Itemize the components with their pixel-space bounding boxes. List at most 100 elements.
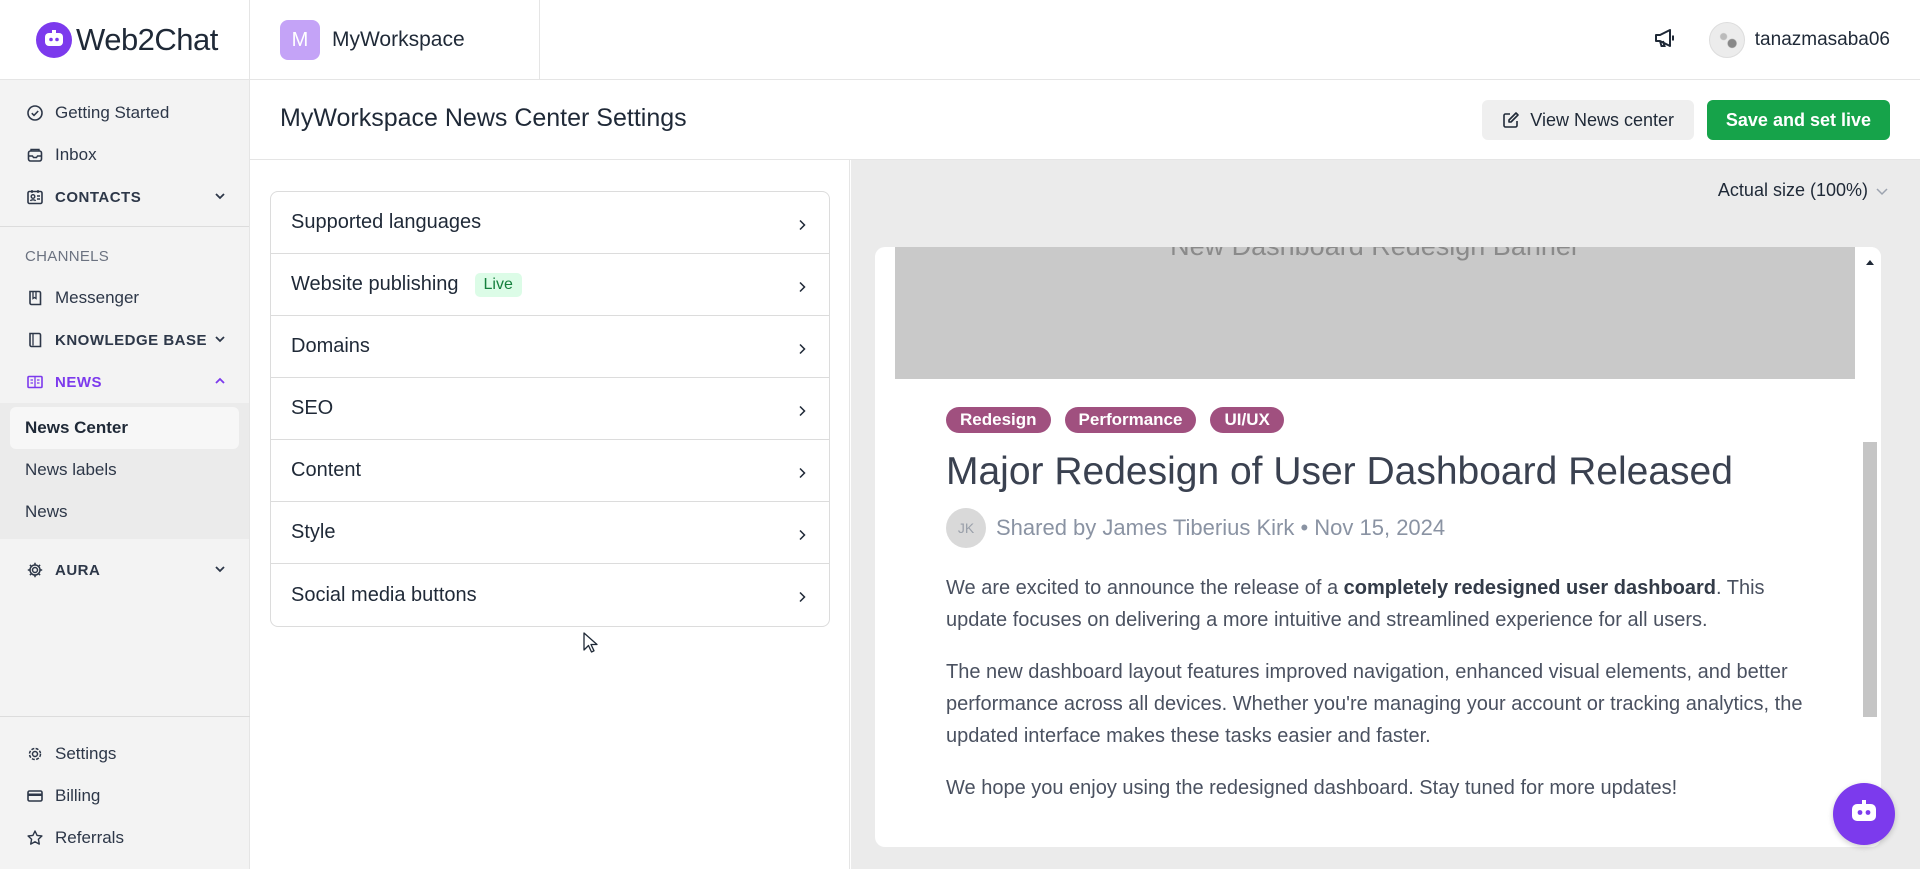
article-preview: New Dashboard Redesign Banner Redesign P… bbox=[875, 247, 1881, 847]
article-title: Major Redesign of User Dashboard Release… bbox=[946, 450, 1733, 493]
chevron-right-icon bbox=[795, 525, 809, 548]
edit-icon bbox=[1502, 111, 1520, 129]
settings-row-seo[interactable]: SEO bbox=[271, 378, 829, 440]
billing-icon bbox=[25, 786, 45, 806]
settings-row-label: Style bbox=[291, 521, 336, 543]
scroll-thumb[interactable] bbox=[1863, 442, 1877, 717]
sidebar-bottom: Settings Billing Referrals bbox=[0, 716, 250, 869]
tag-badge: UI/UX bbox=[1210, 407, 1284, 433]
sidebar-item-news[interactable]: News bbox=[10, 491, 239, 533]
news-icon bbox=[25, 372, 45, 392]
chevron-down-icon bbox=[213, 562, 227, 580]
user-avatar[interactable] bbox=[1708, 22, 1745, 58]
brand[interactable]: Web2Chat bbox=[0, 0, 249, 80]
sidebar-item-billing[interactable]: Billing bbox=[0, 775, 250, 817]
article-paragraph: We are excited to announce the release o… bbox=[946, 577, 1765, 631]
sidebar-item-contacts[interactable]: CONTACTS bbox=[0, 176, 249, 218]
chevron-down-icon bbox=[213, 332, 227, 350]
topbar: M MyWorkspace tanazmasaba06 bbox=[250, 0, 1920, 80]
sidebar-item-label: Settings bbox=[55, 744, 117, 763]
article-byline: Shared by James Tiberius Kirk • Nov 15, … bbox=[996, 515, 1446, 540]
article-body: We are excited to announce the release o… bbox=[946, 572, 1826, 824]
chevron-up-icon bbox=[213, 374, 227, 392]
sidebar-item-label: Messenger bbox=[55, 288, 140, 307]
chevron-right-icon bbox=[795, 215, 809, 238]
zoom-select[interactable]: Actual size (100%) bbox=[1718, 180, 1890, 201]
sidebar-item-label: NEWS bbox=[55, 373, 102, 391]
chevron-right-icon bbox=[795, 587, 809, 610]
sidebar-item-referrals[interactable]: Referrals bbox=[0, 817, 250, 859]
settings-row-label: SEO bbox=[291, 397, 334, 419]
user-name[interactable]: tanazmasaba06 bbox=[1755, 29, 1890, 51]
settings-icon bbox=[25, 744, 45, 764]
settings-row-style[interactable]: Style bbox=[271, 502, 829, 564]
author-avatar: JK bbox=[946, 508, 986, 548]
settings-list: Supported languages Website publishing L… bbox=[270, 191, 830, 627]
sidebar-item-label: Getting Started bbox=[55, 103, 170, 122]
sidebar-item-label: Referrals bbox=[55, 828, 124, 847]
preview-pane: Actual size (100%) New Dashboard Redesig… bbox=[851, 160, 1920, 869]
settings-row-label: Content bbox=[291, 459, 362, 481]
sidebar-item-label: AURA bbox=[55, 561, 101, 579]
sidebar-item-aura[interactable]: AURA bbox=[0, 549, 249, 591]
bot-icon bbox=[1849, 799, 1879, 830]
workspace-switcher[interactable]: M MyWorkspace bbox=[250, 0, 540, 80]
chevron-down-icon bbox=[213, 189, 227, 207]
contacts-icon bbox=[25, 187, 45, 207]
sidebar-item-label: Inbox bbox=[55, 145, 97, 164]
workspace-name: MyWorkspace bbox=[332, 28, 465, 51]
sidebar-item-messenger[interactable]: Messenger bbox=[0, 277, 249, 319]
tag-badge: Performance bbox=[1064, 407, 1197, 433]
sidebar-item-getting-started[interactable]: Getting Started bbox=[0, 92, 249, 134]
workspace-avatar: M bbox=[280, 20, 320, 60]
brand-name: Web2Chat bbox=[76, 21, 218, 57]
article-paragraph: The new dashboard layout features improv… bbox=[946, 661, 1803, 747]
sidebar-item-settings[interactable]: Settings bbox=[0, 733, 250, 775]
messenger-icon bbox=[25, 288, 45, 308]
chevron-right-icon bbox=[795, 463, 809, 486]
save-and-set-live-button[interactable]: Save and set live bbox=[1706, 100, 1890, 140]
sidebar-item-label: Billing bbox=[55, 786, 101, 805]
sidebar: Web2Chat Getting Started Inbox CONTACTS … bbox=[0, 0, 250, 869]
settings-row-label: Website publishing bbox=[291, 273, 459, 295]
star-icon bbox=[25, 828, 45, 848]
book-icon bbox=[25, 330, 45, 350]
article-meta: JK Shared by James Tiberius Kirk • Nov 1… bbox=[946, 508, 1445, 548]
sidebar-item-inbox[interactable]: Inbox bbox=[0, 134, 249, 176]
view-news-center-label: View News center bbox=[1530, 109, 1674, 130]
view-news-center-button[interactable]: View News center bbox=[1482, 100, 1694, 140]
sidebar-item-knowledge-base[interactable]: KNOWLEDGE BASE bbox=[0, 319, 249, 361]
settings-row-social-media-buttons[interactable]: Social media buttons bbox=[271, 564, 829, 626]
settings-row-label: Social media buttons bbox=[291, 583, 477, 606]
settings-pane: Supported languages Website publishing L… bbox=[250, 160, 850, 869]
sidebar-item-label: CONTACTS bbox=[55, 188, 142, 206]
bot-logo-icon bbox=[36, 21, 72, 58]
settings-row-website-publishing[interactable]: Website publishing Live bbox=[271, 254, 829, 316]
check-circle-icon bbox=[25, 103, 45, 123]
chevron-down-icon bbox=[1874, 183, 1890, 199]
settings-row-label: Domains bbox=[291, 335, 370, 357]
scroll-up-arrow-icon[interactable] bbox=[1865, 253, 1875, 271]
channels-label: CHANNELS bbox=[25, 247, 110, 265]
zoom-label: Actual size (100%) bbox=[1717, 180, 1868, 200]
settings-row-content[interactable]: Content bbox=[271, 440, 829, 502]
chat-widget-button[interactable] bbox=[1833, 783, 1895, 845]
settings-row-supported-languages[interactable]: Supported languages bbox=[271, 192, 829, 254]
chevron-right-icon bbox=[795, 401, 809, 424]
news-submenu: News Center News labels News bbox=[0, 403, 249, 539]
settings-row-domains[interactable]: Domains bbox=[271, 316, 829, 378]
page-title: MyWorkspace News Center Settings bbox=[280, 104, 687, 132]
chevron-right-icon bbox=[795, 339, 809, 362]
preview-scrollbar[interactable] bbox=[1859, 247, 1881, 847]
settings-row-label: Supported languages bbox=[291, 211, 482, 233]
article-tags: Redesign Performance UI/UX bbox=[946, 407, 1298, 433]
sidebar-item-news[interactable]: NEWS bbox=[0, 361, 249, 403]
article-banner: New Dashboard Redesign Banner bbox=[895, 247, 1855, 379]
article-paragraph: We hope you enjoy using the redesigned d… bbox=[946, 777, 1678, 799]
banner-text: New Dashboard Redesign Banner bbox=[895, 247, 1855, 262]
sidebar-item-news-center[interactable]: News Center bbox=[10, 407, 239, 449]
megaphone-icon[interactable] bbox=[1653, 26, 1679, 55]
gear-icon bbox=[25, 560, 45, 580]
mouse-cursor-icon bbox=[583, 632, 599, 659]
sidebar-item-news-labels[interactable]: News labels bbox=[10, 449, 239, 491]
